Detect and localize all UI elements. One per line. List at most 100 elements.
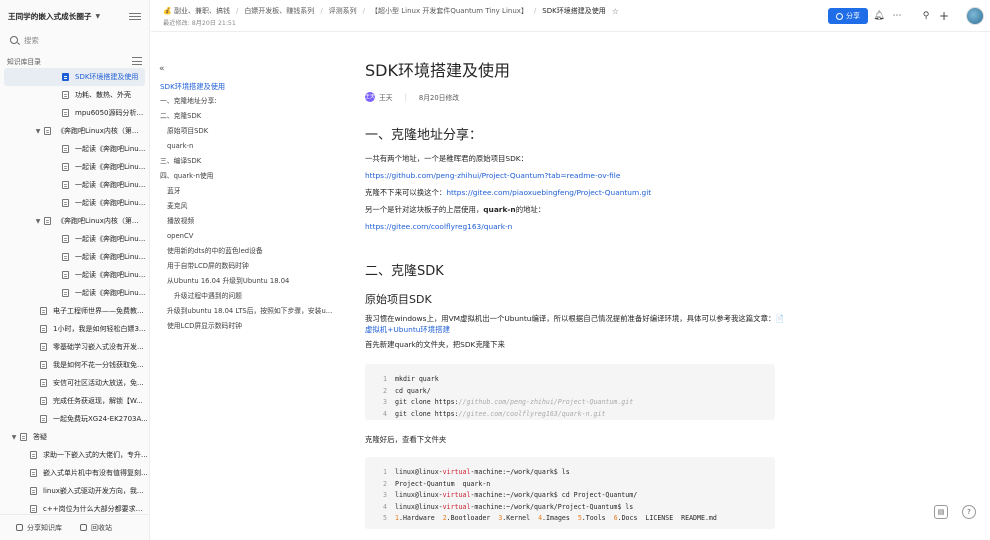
code-keyword: virtual [442,468,471,476]
collapse-sidebar-icon[interactable] [129,10,141,22]
code-block[interactable]: 1 linux@linux-virtual -machine:~/work/quar… [365,457,775,529]
toc-item[interactable]: 四、quark-n使用 [160,169,335,184]
bell-icon[interactable]: 🔔︎ [872,9,886,23]
document-icon [30,505,37,513]
sidebar-item[interactable]: 电子工程师世界——免费教... [0,302,149,320]
share-kb-button[interactable]: 分享知识库 [16,523,62,533]
breadcrumb-item[interactable]: 白嫖开发板、赚钱系列 [244,6,314,16]
sidebar-item[interactable]: 我是如何不花一分钱获取免... [0,356,149,374]
quark-n-link[interactable]: https://gitee.com/coolflyreg163/quark-n [365,222,512,231]
star-icon[interactable]: ☆ [612,7,619,16]
plus-icon[interactable]: + [937,9,951,23]
sidebar-item-label: 一起读《奔跑吧Linu... [75,289,146,297]
github-link[interactable]: https://github.com/peng-zhihui/Project-Q… [365,171,620,180]
code-text: linux@linux- [395,491,443,499]
directory-menu-icon[interactable] [132,57,142,65]
sidebar-item[interactable]: 求助一下嵌入式的大佬们，专升... [0,446,149,464]
sidebar-item[interactable]: 零基础学习嵌入式没有开发... [0,338,149,356]
sidebar-item[interactable]: 一起读《奔跑吧Linu... [0,194,149,212]
sidebar-item[interactable]: SDK环境搭建及使用 [4,68,145,86]
code-text: linux@linux- [395,502,443,511]
sidebar-item[interactable]: linux嵌入式驱动开发方向，我... [0,482,149,500]
sidebar-item-label: 我是如何不花一分钱获取免... [53,361,144,369]
sidebar-item[interactable]: 一起读《奔跑吧Linu... [0,140,149,158]
toc-item[interactable]: 一、克隆地址分享: [160,94,335,109]
code-block[interactable]: 1 mkdir quark 2 cd quark/3 git clone https: /… [365,364,775,420]
line-number: 2 [383,479,387,488]
toc-item[interactable]: SDK环境搭建及使用 [160,79,335,94]
document-icon [62,73,69,81]
sidebar-item[interactable]: 一起读《奔跑吧Linu... [0,266,149,284]
code-line: 1 linux@linux-virtual -machine:~/work/quar… [383,467,775,479]
collapse-toc-icon[interactable]: « [159,64,165,74]
author-name[interactable]: 王天 [379,92,393,102]
recycle-bin-button[interactable]: 回收站 [80,523,112,533]
sidebar: 王同学的嵌入式成长圈子 ▼ 搜索 知识库目录 SDK环境搭建及使用 功耗、散热、外… [0,0,150,540]
toc-item[interactable]: 二、克隆SDK [160,109,335,124]
toc-item[interactable]: 使用LCD屏显示数码时钟 [160,319,335,334]
page-title: SDK环境搭建及使用 [365,61,510,80]
sidebar-item-label: 一起读《奔跑吧Linu... [75,199,146,207]
knowledge-base-name[interactable]: 王同学的嵌入式成长圈子 [8,11,92,22]
sidebar-item[interactable]: 一起读《奔跑吧Linu... [0,248,149,266]
sidebar-item[interactable]: 安信可社区活动大放送，免... [0,374,149,392]
code-text: Hardware [402,514,435,522]
gitee-link[interactable]: https://gitee.com/piaoxuebingfeng/Projec… [446,188,651,197]
toc-item[interactable]: 蓝牙 [160,184,335,199]
document-content: SDK环境搭建及使用 王天 王天 | 8月20日修改 一、克隆地址分享： 一共有… [365,60,785,529]
toc-item[interactable]: quark-n [160,139,335,154]
toc-item[interactable]: 升级过程中遇到的问题 [160,289,335,304]
sidebar-item[interactable]: 嵌入式单片机中有没有值得复刻... [0,464,149,482]
sidebar-item[interactable]: ▼ 《奔跑吧Linux内核（第... [0,122,149,140]
share-button[interactable]: 分享 [828,8,868,24]
more-icon[interactable]: ⋯ [890,9,904,23]
toc-item[interactable]: 原始项目SDK [160,124,335,139]
toc-item[interactable]: 用于自带LCD屏的数码时钟 [160,259,335,274]
toc-item[interactable]: 从Ubuntu 16.04 升级到Ubuntu 18.04 [160,274,335,289]
breadcrumb-item[interactable]: 评测系列 [329,6,357,16]
help-icon[interactable]: ? [962,505,976,519]
author-row: 王天 王天 | 8月20日修改 [365,90,785,104]
sidebar-item[interactable]: 功耗、散热、外壳 [0,86,149,104]
sidebar-item[interactable]: 一起读《奔跑吧Linu... [0,158,149,176]
sidebar-item[interactable]: ▼ 《奔跑吧Linux内核（第... [0,212,149,230]
toc-item[interactable]: openCV [160,229,335,244]
toc-item[interactable]: 升级到ubuntu 18.04 LTS后，按照如下步骤，安装u... [160,304,335,319]
page-icon[interactable]: ▤ [934,505,948,519]
code-line: 3 git clone https://github.com/peng-zhihu… [383,397,775,409]
toc-item[interactable]: 使用新的dts的中的蓝色led设备 [160,244,335,259]
sidebar-item[interactable]: 一起免费玩XG24-EK2703A... [0,410,149,428]
chevron-down-icon[interactable]: ▼ [96,13,101,20]
toc-item[interactable]: 播放视频 [160,214,335,229]
sidebar-item[interactable]: 1小时，我是如何轻松白嫖3... [0,320,149,338]
breadcrumb-item[interactable]: 💰 副业、兼职、搞钱 [163,6,230,16]
breadcrumb-item[interactable]: 【超小型 Linux 开发套件Quantum Tiny Linux】 [371,6,528,16]
sidebar-item[interactable]: 一起读《奔跑吧Linu... [0,284,149,302]
author-avatar[interactable]: 王天 [365,92,375,102]
recycle-label: 回收站 [91,523,112,532]
document-icon [62,253,69,261]
paragraph: 首先新建quark的文件夹，把SDK克隆下来 [365,340,505,349]
search-icon[interactable]: ⚲ [919,9,933,23]
chevron-down-icon[interactable]: ▼ [10,434,18,441]
code-comment: //gitee.com/coolflyreg163/quark-n.git [458,409,606,418]
line-number: 3 [383,491,387,499]
sidebar-item[interactable]: 完成任务获返现，解锁【W... [0,392,149,410]
document-icon [62,145,69,153]
sidebar-item[interactable]: ▼ 答疑 [0,428,149,446]
document-icon [62,199,69,207]
code-keyword: virtual [442,491,471,499]
breadcrumb-item[interactable]: SDK环境搭建及使用 [542,6,605,16]
sidebar-item[interactable]: mpu6050源码分析... [0,104,149,122]
search-icon [10,36,18,44]
document-icon [40,361,47,369]
avatar[interactable] [966,7,984,25]
search-input[interactable]: 搜索 [6,32,143,48]
chevron-down-icon[interactable]: ▼ [34,218,42,225]
chevron-down-icon[interactable]: ▼ [34,128,42,135]
toc-item[interactable]: 麦克风 [160,199,335,214]
sidebar-item[interactable]: 一起读《奔跑吧Linu... [0,176,149,194]
toc-item[interactable]: 三、编译SDK [160,154,335,169]
document-icon [62,271,69,279]
sidebar-item[interactable]: 一起读《奔跑吧Linu... [0,230,149,248]
